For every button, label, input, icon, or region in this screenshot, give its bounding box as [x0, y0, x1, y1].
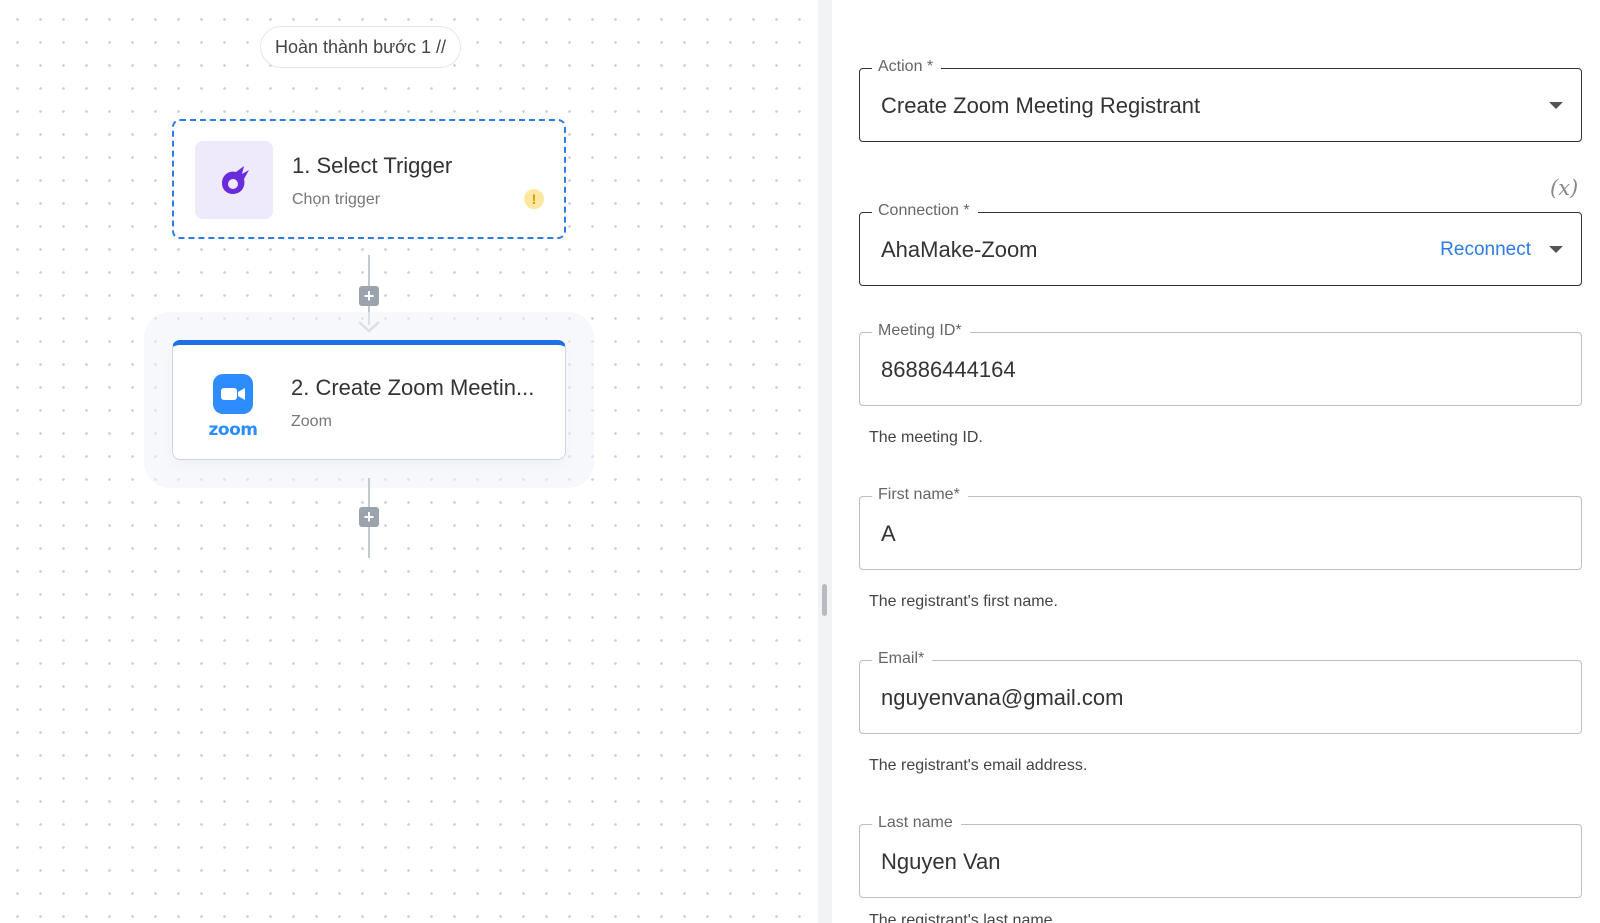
reconnect-link[interactable]: Reconnect	[1440, 239, 1531, 261]
field-label: Connection *	[872, 202, 978, 220]
field-value: Create Zoom Meeting Registrant	[881, 93, 1201, 118]
field-value: nguyenvana@gmail.com	[881, 685, 1124, 710]
step-status-chip[interactable]: Hoàn thành bước 1 //	[260, 26, 461, 68]
chevron-down-icon[interactable]	[1549, 102, 1563, 109]
field-label: Meeting ID*	[872, 322, 970, 340]
trigger-icon	[195, 141, 273, 219]
zoom-icon: zoom	[194, 368, 272, 446]
workflow-canvas[interactable]: Hoàn thành bước 1 // 1. Select Trigger C…	[0, 0, 818, 923]
last-name-field[interactable]: Last name Nguyen Van	[859, 814, 1582, 898]
resize-handle[interactable]	[822, 584, 827, 616]
action-select[interactable]: Action * Create Zoom Meeting Registrant	[859, 58, 1582, 142]
field-help-text: The registrant's last name.	[869, 912, 1058, 923]
panel-resizer[interactable]	[818, 0, 832, 923]
field-help-text: The registrant's email address.	[869, 757, 1088, 774]
field-help-text: The registrant's first name.	[869, 593, 1058, 610]
zoom-action-node[interactable]: zoom 2. Create Zoom Meetin... Zoom	[172, 340, 566, 460]
connection-select[interactable]: Connection * AhaMake-Zoom Reconnect	[859, 202, 1582, 286]
field-value: 86886444164	[881, 357, 1016, 382]
field-label: Last name	[872, 814, 961, 832]
node-title: 1. Select Trigger	[292, 153, 453, 178]
zoom-logo-text: zoom	[208, 420, 258, 440]
node-subtitle: Zoom	[291, 413, 332, 430]
field-value: A	[881, 521, 896, 546]
field-label: Email*	[872, 650, 933, 668]
add-step-button[interactable]: +	[359, 286, 379, 306]
field-value: Nguyen Van	[881, 849, 1001, 874]
field-value: AhaMake-Zoom	[881, 237, 1038, 262]
chevron-down-icon[interactable]	[1549, 246, 1563, 253]
variable-toggle-icon[interactable]: (x)	[1550, 176, 1578, 200]
node-subtitle: Chọn trigger	[292, 191, 381, 208]
add-step-button[interactable]: +	[359, 507, 379, 527]
step-config-panel: Action * Create Zoom Meeting Registrant …	[832, 0, 1600, 923]
email-field[interactable]: Email* nguyenvana@gmail.com	[859, 650, 1582, 734]
field-label: Action *	[872, 58, 942, 76]
node-title: 2. Create Zoom Meetin...	[291, 375, 535, 400]
first-name-field[interactable]: First name* A	[859, 486, 1582, 570]
meeting-id-field[interactable]: Meeting ID* 86886444164	[859, 322, 1582, 406]
video-camera-icon	[213, 374, 253, 414]
field-label: First name*	[872, 486, 968, 504]
trigger-node[interactable]: 1. Select Trigger Chọn trigger !	[172, 119, 566, 239]
warning-icon: !	[524, 189, 544, 209]
field-help-text: The meeting ID.	[869, 429, 983, 446]
arrow-down-icon	[358, 321, 380, 333]
